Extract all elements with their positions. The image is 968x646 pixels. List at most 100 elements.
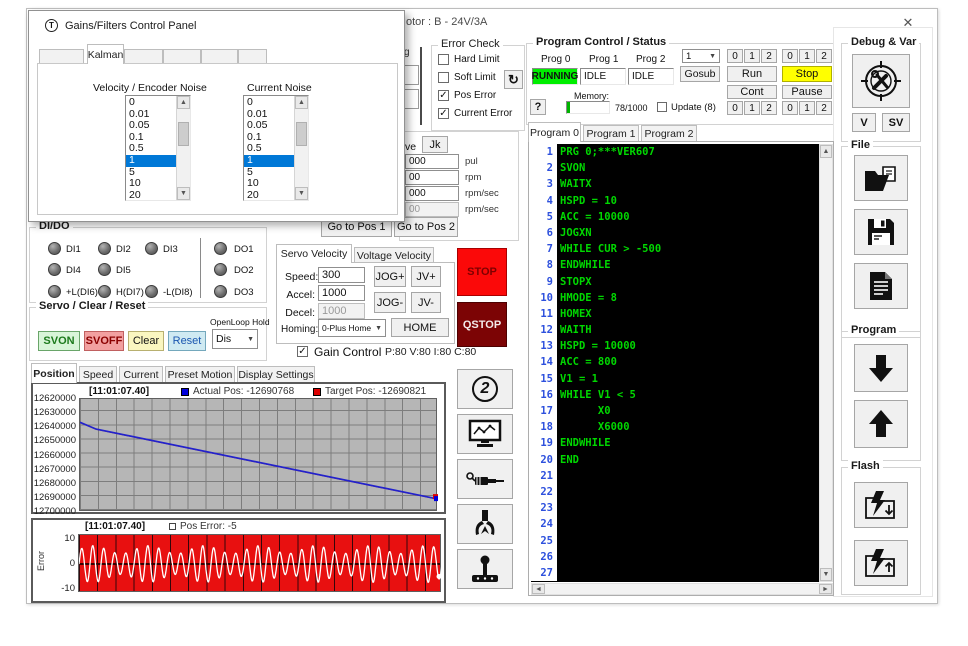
- list-item[interactable]: 20: [244, 189, 294, 202]
- dialog-tab-blank[interactable]: [238, 49, 267, 64]
- prog-digit-button-2[interactable]: 2: [761, 49, 777, 63]
- code-vscrollbar[interactable]: ▲ ▼: [819, 144, 833, 582]
- move-value-field[interactable]: 000: [405, 154, 459, 169]
- scroll-down-icon[interactable]: ▼: [820, 568, 832, 581]
- file-open-button[interactable]: [854, 155, 908, 201]
- joystick-button[interactable]: [457, 549, 513, 589]
- reset-button[interactable]: Reset: [168, 331, 206, 351]
- jog-plus-button[interactable]: JOG+: [374, 266, 406, 287]
- update-checkbox[interactable]: [657, 102, 667, 112]
- jv-minus-button[interactable]: JV-: [411, 292, 441, 313]
- speed-field[interactable]: 300: [318, 267, 365, 283]
- clear-button[interactable]: Clear: [128, 331, 164, 351]
- current-noise-listbox[interactable]: 0 0.01 0.05 0.1 0.5 1 5 10 20 ▲ ▼: [243, 95, 309, 201]
- scroll-thumb[interactable]: [296, 122, 307, 146]
- listbox-scrollbar[interactable]: ▲ ▼: [294, 96, 308, 200]
- list-item[interactable]: 0: [244, 97, 294, 109]
- tab-servo-velocity[interactable]: Servo Velocity: [276, 244, 352, 263]
- gain-control-checkbox[interactable]: ✓: [297, 346, 308, 357]
- tab-program0[interactable]: Program 0: [528, 122, 581, 142]
- listbox-scrollbar[interactable]: ▲ ▼: [176, 96, 190, 200]
- svoff-button[interactable]: SVOFF: [84, 331, 124, 351]
- svon-button[interactable]: SVON: [38, 331, 80, 351]
- code-hscrollbar[interactable]: ◄ ►: [531, 583, 833, 595]
- move-value-field[interactable]: 000: [405, 186, 459, 201]
- scroll-thumb[interactable]: [178, 122, 189, 146]
- actuator-button[interactable]: [457, 459, 513, 499]
- v-button[interactable]: V: [852, 113, 876, 132]
- prog-digit-button-0[interactable]: 0: [727, 49, 743, 63]
- flash-read-button[interactable]: [854, 540, 908, 586]
- error-check-checkbox[interactable]: [438, 72, 449, 83]
- program-download-button[interactable]: [854, 344, 908, 392]
- scroll-up-icon[interactable]: ▲: [295, 96, 308, 109]
- file-save-button[interactable]: [854, 209, 908, 255]
- tab-position[interactable]: Position: [31, 363, 77, 383]
- prog-digit-button-1[interactable]: 1: [799, 49, 815, 63]
- list-item[interactable]: 20: [126, 189, 176, 202]
- debug-target-button[interactable]: [852, 54, 910, 108]
- code-editor[interactable]: 1 PRG 0;***VER607 2 SVON 3 WAITX 4 HSPD = 10 5 AC…: [528, 141, 834, 596]
- velocity-noise-listbox[interactable]: 0 0.01 0.05 0.1 0.5 1 5 10 20 ▲ ▼: [125, 95, 191, 201]
- cont-button[interactable]: Cont: [727, 85, 777, 99]
- dialog-tab-blank[interactable]: [201, 49, 238, 64]
- prog-digit-button-1[interactable]: 1: [744, 49, 760, 63]
- homing-dropdown[interactable]: 0-Plus Home ▼: [318, 319, 386, 337]
- flash-write-button[interactable]: [854, 482, 908, 528]
- scroll-right-icon[interactable]: ►: [819, 584, 832, 594]
- file-doc-button[interactable]: [854, 263, 908, 309]
- error-check-checkbox[interactable]: ✓: [438, 108, 449, 119]
- program-upload-button[interactable]: [854, 400, 908, 448]
- dialog-tab-blank[interactable]: [124, 49, 163, 64]
- prog-digit-button-0[interactable]: 0: [782, 101, 798, 115]
- run-button[interactable]: Run: [727, 66, 777, 82]
- error-check-checkbox[interactable]: ✓: [438, 90, 449, 101]
- dialog-tab-blank[interactable]: [163, 49, 201, 64]
- scroll-down-icon[interactable]: ▼: [295, 187, 308, 200]
- tab-program2[interactable]: Program 2: [641, 125, 697, 142]
- home-button[interactable]: HOME: [391, 318, 449, 337]
- tab-current[interactable]: Current: [119, 366, 163, 383]
- prog-digit-button-1[interactable]: 1: [744, 101, 760, 115]
- accel-field[interactable]: 1000: [318, 285, 365, 301]
- list-item[interactable]: 1: [126, 154, 176, 167]
- error-check-checkbox[interactable]: [438, 54, 449, 65]
- stop-button[interactable]: Stop: [782, 66, 832, 82]
- openloop-hold-dropdown[interactable]: Dis ▼: [212, 329, 258, 349]
- tab-voltage-velocity[interactable]: Voltage Velocity: [354, 247, 434, 263]
- loop2-button[interactable]: 2: [457, 369, 513, 409]
- pause-button[interactable]: Pause: [782, 85, 832, 99]
- prog-digit-button-1[interactable]: 1: [799, 101, 815, 115]
- scroll-up-icon[interactable]: ▲: [177, 96, 190, 109]
- prog-digit-button-2[interactable]: 2: [816, 101, 832, 115]
- scroll-up-icon[interactable]: ▲: [820, 145, 832, 158]
- error-refresh-button[interactable]: ↻: [504, 70, 523, 89]
- sv-button[interactable]: SV: [882, 113, 910, 132]
- gripper-button[interactable]: [457, 504, 513, 544]
- monitor-chart-button[interactable]: [457, 414, 513, 454]
- dialog-tab-kalman[interactable]: Kalman: [87, 44, 124, 64]
- jk-button[interactable]: Jk: [422, 136, 448, 153]
- list-item[interactable]: 0: [126, 97, 176, 109]
- list-item[interactable]: 10: [126, 178, 176, 190]
- tab-speed[interactable]: Speed: [79, 366, 117, 383]
- prog-digit-button-2[interactable]: 2: [816, 49, 832, 63]
- tab-program1[interactable]: Program 1: [583, 125, 639, 142]
- prog-digit-button-2[interactable]: 2: [761, 101, 777, 115]
- prog-digit-button-0[interactable]: 0: [727, 101, 743, 115]
- jog-minus-button[interactable]: JOG-: [374, 292, 406, 313]
- scroll-down-icon[interactable]: ▼: [177, 187, 190, 200]
- stop-button-big[interactable]: STOP: [457, 248, 507, 296]
- jv-plus-button[interactable]: JV+: [411, 266, 441, 287]
- list-item[interactable]: 1: [244, 154, 294, 167]
- help-button[interactable]: ?: [530, 99, 546, 115]
- dialog-tab-blank[interactable]: [39, 49, 84, 64]
- move-value-field[interactable]: 00: [405, 170, 459, 185]
- prog-digit-button-0[interactable]: 0: [782, 49, 798, 63]
- scroll-left-icon[interactable]: ◄: [532, 584, 545, 594]
- qstop-button[interactable]: QSTOP: [457, 302, 507, 347]
- tab-preset-motion[interactable]: Preset Motion: [165, 366, 235, 383]
- tab-display-settings[interactable]: Display Settings: [237, 366, 315, 383]
- list-item[interactable]: 10: [244, 178, 294, 190]
- gosub-button[interactable]: Gosub: [680, 66, 720, 82]
